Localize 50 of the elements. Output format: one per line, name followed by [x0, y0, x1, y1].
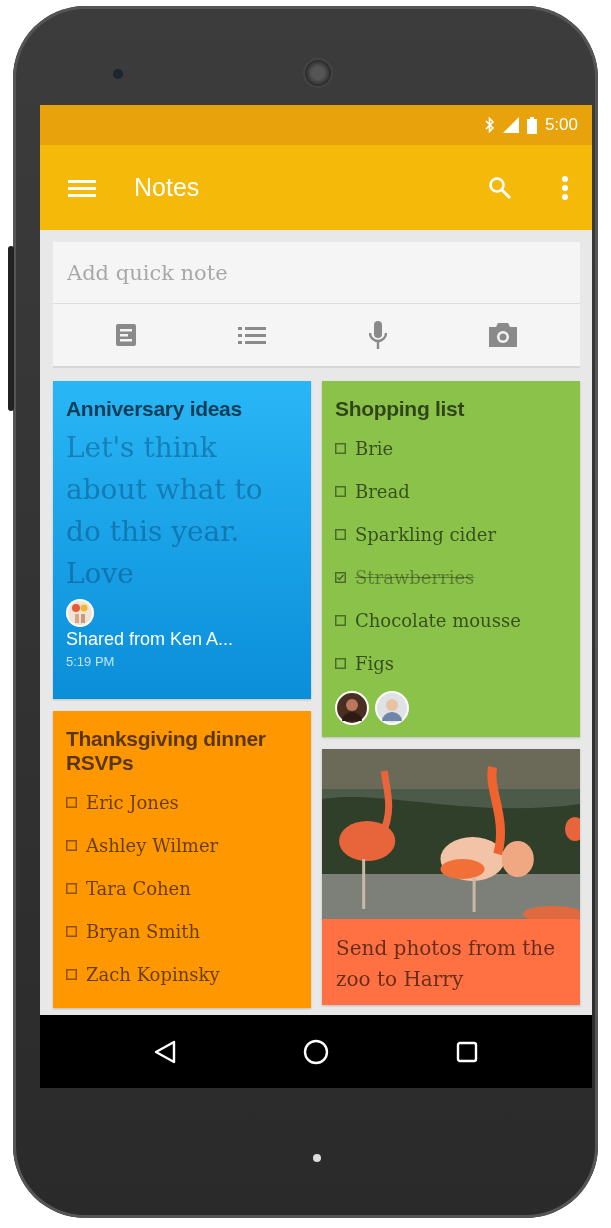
checkbox[interactable] — [335, 615, 346, 626]
home-icon[interactable] — [303, 1038, 329, 1065]
quick-note-field[interactable]: Add quick note — [53, 242, 580, 304]
note-card[interactable]: Shopping list Brie Bread Sparkling cider Strawberries Chocolate mousse Figs — [322, 381, 580, 737]
note-icon[interactable] — [116, 324, 137, 346]
list-icon[interactable] — [238, 325, 267, 345]
checked-checkbox[interactable] — [335, 572, 346, 583]
list-item: Tara Cohen — [86, 878, 191, 899]
note-title: Anniversary ideas — [66, 397, 243, 421]
sensor-dot — [313, 1154, 321, 1162]
note-time: 5:19 PM — [66, 654, 116, 669]
checkbox[interactable] — [66, 797, 77, 808]
app-title: Notes — [134, 173, 201, 202]
list-item: Bryan Smith — [86, 921, 201, 942]
list-item: Brie — [355, 438, 394, 459]
checkbox[interactable] — [335, 658, 346, 669]
checkbox[interactable] — [66, 883, 77, 894]
note-body: Send photos from the zoo to Harry — [335, 935, 557, 993]
camera-icon[interactable] — [488, 323, 517, 347]
list-item: Eric Jones — [86, 792, 179, 813]
note-card[interactable]: Thanksgiving dinner RSVPs Eric Jones Ashley Wilmer Tara Cohen Bryan Smith Zach Kopinsky — [53, 711, 311, 1008]
list-item: Strawberries — [355, 567, 475, 588]
back-icon[interactable] — [153, 1039, 176, 1064]
more-icon[interactable] — [562, 175, 568, 200]
shared-label: Shared from Ken A... — [66, 629, 235, 650]
list-item: Bread — [355, 481, 410, 502]
checkbox[interactable] — [66, 926, 77, 937]
note-title: Thanksgiving dinner RSVPs — [66, 727, 267, 775]
checkbox[interactable] — [66, 969, 77, 980]
list-item: Figs — [355, 653, 394, 674]
recents-icon[interactable] — [456, 1040, 479, 1063]
checkbox[interactable] — [66, 840, 77, 851]
checkbox[interactable] — [335, 443, 346, 454]
list-item: Zach Kopinsky — [86, 964, 220, 985]
signal-icon — [502, 117, 519, 133]
microphone-icon[interactable] — [368, 321, 387, 349]
menu-icon[interactable] — [68, 177, 96, 198]
bluetooth-icon — [484, 117, 495, 133]
speaker-icon — [303, 58, 333, 88]
note-title: Shopping list — [335, 397, 466, 421]
battery-icon — [526, 116, 537, 134]
camera-icon — [113, 69, 123, 79]
list-item: Chocolate mousse — [355, 610, 521, 631]
checkbox[interactable] — [335, 529, 346, 540]
checkbox[interactable] — [335, 486, 346, 497]
search-icon[interactable] — [488, 175, 512, 200]
list-item: Ashley Wilmer — [86, 835, 219, 856]
status-time: 5:00 — [544, 115, 578, 135]
list-item: Sparkling cider — [355, 524, 497, 545]
note-card[interactable]: Send photos from the zoo to Harry — [322, 749, 580, 1005]
